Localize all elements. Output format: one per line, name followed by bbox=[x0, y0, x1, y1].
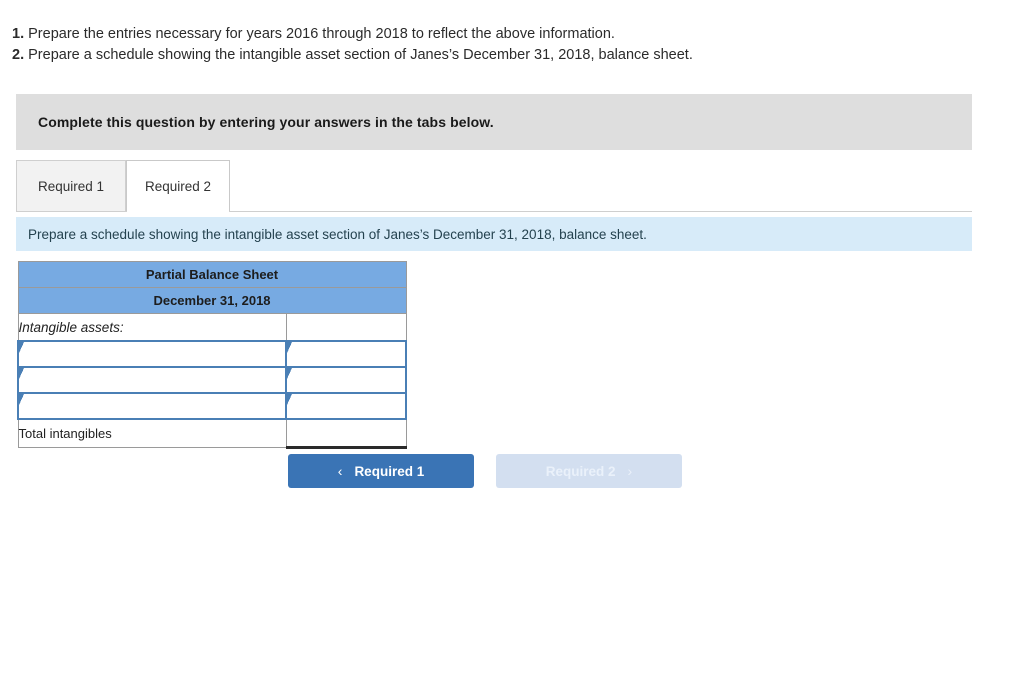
amount-input-row-2[interactable] bbox=[284, 366, 408, 394]
amount-input-row-3[interactable] bbox=[284, 392, 408, 420]
tab-required-2[interactable]: Required 2 bbox=[126, 160, 230, 211]
question-item: 2. Prepare a schedule showing the intang… bbox=[12, 45, 1024, 66]
tab-required-1-label: Required 1 bbox=[37, 178, 105, 194]
chevron-left-icon: ‹ bbox=[337, 463, 343, 479]
account-select-row-2[interactable] bbox=[17, 366, 287, 394]
amount-input-row-1[interactable] bbox=[284, 340, 408, 368]
dropdown-flag-icon bbox=[287, 368, 292, 379]
required-2-nav-button[interactable]: Required 2 › bbox=[496, 454, 682, 488]
tab-required-2-label: Required 2 bbox=[144, 178, 212, 194]
table-row bbox=[17, 366, 408, 394]
balance-sheet-title: Partial Balance Sheet bbox=[17, 261, 407, 288]
table-row-title: Partial Balance Sheet bbox=[17, 261, 407, 288]
required-1-nav-label: Required 1 bbox=[354, 463, 425, 479]
question-list: 1. Prepare the entries necessary for yea… bbox=[0, 0, 1024, 66]
complete-question-banner: Complete this question by entering your … bbox=[16, 94, 972, 150]
balance-sheet-date: December 31, 2018 bbox=[17, 287, 407, 314]
total-intangibles-label: Total intangibles bbox=[17, 418, 287, 448]
required-2-nav-label: Required 2 bbox=[545, 463, 616, 479]
navigation-buttons: ‹ Required 1 Required 2 › bbox=[288, 454, 682, 488]
question-text: Prepare the entries necessary for years … bbox=[28, 26, 615, 42]
question-item: 1. Prepare the entries necessary for yea… bbox=[12, 24, 1024, 45]
total-intangibles-value bbox=[285, 418, 407, 449]
partial-balance-sheet-table: Partial Balance Sheet December 31, 2018 … bbox=[17, 261, 408, 449]
requirement-banner: Prepare a schedule showing the intangibl… bbox=[16, 217, 972, 251]
requirement-banner-text: Prepare a schedule showing the intangibl… bbox=[28, 226, 647, 242]
required-1-nav-button[interactable]: ‹ Required 1 bbox=[288, 454, 474, 488]
table-row bbox=[17, 340, 408, 368]
dropdown-flag-icon bbox=[287, 394, 292, 405]
dropdown-flag-icon bbox=[19, 342, 24, 353]
intangible-assets-label: Intangible assets: bbox=[17, 313, 287, 342]
question-text: Prepare a schedule showing the intangibl… bbox=[28, 47, 693, 63]
tab-required-1[interactable]: Required 1 bbox=[16, 160, 126, 211]
account-select-row-3[interactable] bbox=[17, 392, 287, 420]
question-number: 2. bbox=[12, 47, 25, 63]
question-number: 1. bbox=[12, 26, 25, 42]
dropdown-flag-icon bbox=[287, 342, 292, 353]
dropdown-flag-icon bbox=[19, 394, 24, 405]
table-row bbox=[17, 392, 408, 420]
intangible-assets-value-blank bbox=[285, 313, 407, 342]
chevron-right-icon: › bbox=[627, 463, 633, 479]
dropdown-flag-icon bbox=[19, 368, 24, 379]
table-row-total: Total intangibles bbox=[17, 418, 407, 449]
table-row-date: December 31, 2018 bbox=[17, 287, 407, 314]
table-row-section-header: Intangible assets: bbox=[17, 313, 407, 342]
complete-question-text: Complete this question by entering your … bbox=[38, 114, 494, 130]
account-select-row-1[interactable] bbox=[17, 340, 287, 368]
tab-strip: Required 1 Required 2 bbox=[16, 160, 972, 213]
active-tab-mask bbox=[127, 211, 229, 213]
